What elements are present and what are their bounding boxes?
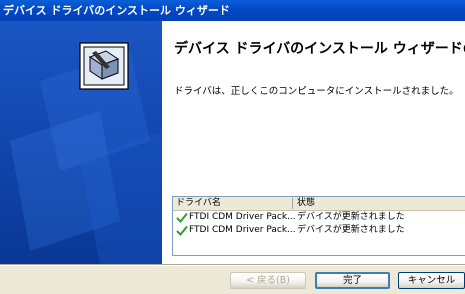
finish-button[interactable]: 完了	[315, 272, 390, 289]
list-header: ドライバ名 状態	[173, 197, 465, 211]
back-button[interactable]: < 戻る(B)	[230, 272, 306, 289]
column-divider[interactable]	[292, 198, 293, 209]
list-item[interactable]: FTDI CDM Driver Pack... デバイスが更新されました	[173, 224, 465, 237]
driver-name: FTDI CDM Driver Pack...	[189, 225, 296, 235]
column-header-driver-name[interactable]: ドライバ名	[176, 197, 221, 210]
driver-status: デバイスが更新されました	[297, 212, 405, 222]
divider-highlight	[0, 265, 465, 266]
column-header-status[interactable]: 状態	[297, 197, 315, 210]
driver-name: FTDI CDM Driver Pack...	[189, 212, 296, 222]
wizard-side-panel	[0, 21, 162, 264]
title-bar[interactable]: デバイス ドライバのインストール ウィザード	[0, 0, 465, 21]
button-bar: < 戻る(B) 完了 キャンセル	[0, 264, 465, 294]
green-check-icon	[176, 225, 188, 236]
driver-status: デバイスが更新されました	[297, 225, 405, 235]
cancel-button[interactable]: キャンセル	[398, 272, 465, 289]
wizard-content: デバイス ドライバのインストール ウィザードの完了 ドライバは、正しくこのコンピ…	[162, 21, 465, 264]
wizard-heading: デバイス ドライバのインストール ウィザードの完了	[174, 41, 465, 57]
wizard-side-graphic	[0, 21, 162, 264]
completion-message: ドライバは、正しくこのコンピュータにインストールされました。	[174, 86, 459, 97]
wizard-window: デバイス ドライバのインストール ウィザード デバイス ドライバのインストール …	[0, 0, 465, 294]
install-box-icon	[79, 42, 129, 90]
list-item[interactable]: FTDI CDM Driver Pack... デバイスが更新されました	[173, 211, 465, 224]
window-title: デバイス ドライバのインストール ウィザード	[3, 4, 230, 17]
green-check-icon	[176, 212, 188, 223]
driver-list[interactable]: ドライバ名 状態 FTDI CDM Driver Pack... デバイスが更新…	[172, 196, 465, 256]
